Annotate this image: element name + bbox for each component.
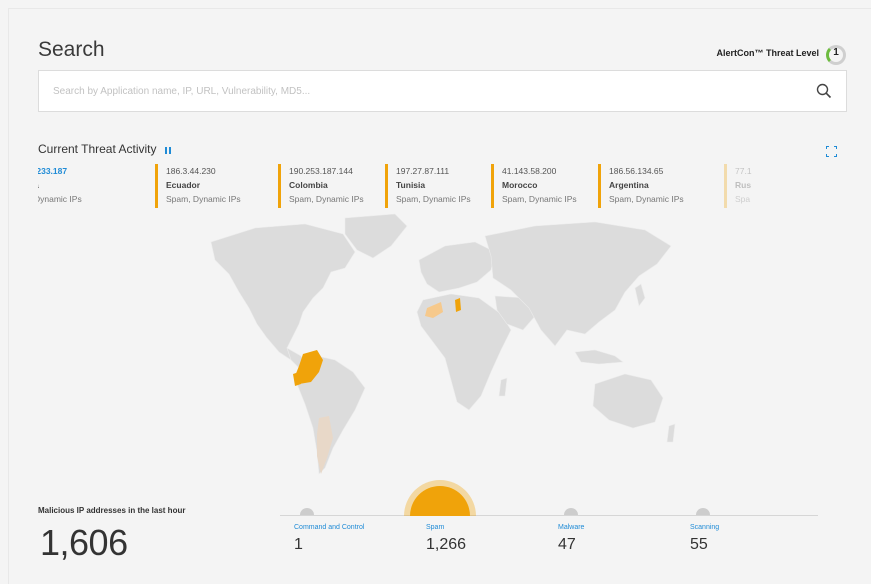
threat-item[interactable]: 41.143.58.200 Morocco Spam, Dynamic IPs — [491, 164, 577, 208]
map-region-europe — [418, 241, 496, 293]
stat-value: 1 — [294, 536, 303, 553]
stat-spam[interactable]: Spam 1,266 — [426, 524, 466, 554]
stat-label: Scanning — [690, 524, 720, 531]
threat-level-indicator[interactable]: AlertCon™ Threat Level 1 — [716, 44, 847, 65]
threat-ip: 186.56.134.65 — [609, 166, 664, 176]
threat-ip: 197.27.87.111 — [396, 166, 450, 176]
map-region-australia — [592, 373, 664, 429]
threat-type: Spam, Dynamic IPs — [396, 194, 471, 204]
threat-type: Spam, Dynamic IPs — [609, 194, 684, 204]
threat-item[interactable]: 186.3.44.230 Ecuador Spam, Dynamic IPs — [155, 164, 241, 208]
search-box — [38, 70, 847, 112]
gauge-icon: 1 — [825, 44, 847, 65]
threat-activity-title: Current Threat Activity — [38, 142, 157, 156]
stat-value: 47 — [558, 536, 576, 553]
threat-country: Argentina — [609, 180, 649, 190]
search-icon[interactable] — [816, 83, 832, 99]
map-region-north-america — [210, 223, 356, 361]
map-region-new-zealand — [666, 423, 676, 443]
threat-type: Spam, Dynamic IPs — [289, 194, 364, 204]
map-region-japan — [634, 283, 646, 307]
threat-item[interactable]: 197.27.87.111 Tunisia Spam, Dynamic IPs — [385, 164, 471, 208]
threat-type: Spam, Dynamic IPs — [502, 194, 577, 204]
world-map[interactable] — [195, 212, 680, 492]
search-input[interactable] — [53, 71, 793, 111]
stats-baseline — [280, 515, 818, 516]
threat-item[interactable]: 77.1 Rus Spa — [724, 164, 752, 208]
threat-ip: .233.187 — [38, 166, 68, 176]
threat-country: Tunisia — [396, 180, 426, 190]
map-region-indonesia — [574, 349, 624, 365]
threat-ip: 41.143.58.200 — [502, 166, 557, 176]
threat-item[interactable]: .233.187 a Dynamic IPs — [38, 164, 82, 208]
threat-type: Dynamic IPs — [38, 194, 82, 204]
threat-type: Spam, Dynamic IPs — [166, 194, 241, 204]
threat-country: Colombia — [289, 180, 328, 190]
expand-icon[interactable] — [826, 146, 837, 157]
threat-activity-header: Current Threat Activity — [38, 142, 171, 156]
threat-country: Rus — [735, 180, 752, 190]
stats-label: Malicious IP addresses in the last hour — [38, 506, 186, 515]
threat-level-label: AlertCon™ Threat Level — [716, 48, 819, 58]
pause-icon[interactable] — [164, 146, 171, 154]
threat-ticker: .233.187 a Dynamic IPs 186.3.44.230 Ecua… — [38, 164, 788, 210]
total-count: 1,606 — [40, 522, 128, 563]
threat-country: a — [38, 178, 82, 192]
stat-scanning[interactable]: Scanning 55 — [690, 524, 719, 554]
threat-country: Ecuador — [166, 180, 201, 190]
stat-label: Malware — [558, 524, 585, 531]
stat-malware[interactable]: Malware 47 — [558, 524, 584, 554]
map-region-tunisia — [455, 298, 461, 312]
map-region-madagascar — [498, 377, 508, 397]
stat-command-control[interactable]: Command and Control 1 — [294, 524, 364, 554]
threat-ip: 190.253.187.144 — [289, 166, 353, 176]
threat-level-value: 1 — [833, 47, 839, 58]
map-region-asia — [484, 221, 672, 347]
stat-label: Spam — [426, 524, 445, 531]
page-title: Search — [38, 38, 105, 61]
stat-label: Command and Control — [294, 524, 365, 531]
threat-ip: 186.3.44.230 — [166, 166, 216, 176]
threat-type: Spa — [735, 194, 751, 204]
threat-item[interactable]: 190.253.187.144 Colombia Spam, Dynamic I… — [278, 164, 364, 208]
threat-item[interactable]: 186.56.134.65 Argentina Spam, Dynamic IP… — [598, 164, 684, 208]
threat-country: Morocco — [502, 180, 538, 190]
threat-ip: 77.1 — [735, 166, 752, 176]
stat-value: 55 — [690, 536, 708, 553]
stat-value: 1,266 — [426, 536, 467, 553]
